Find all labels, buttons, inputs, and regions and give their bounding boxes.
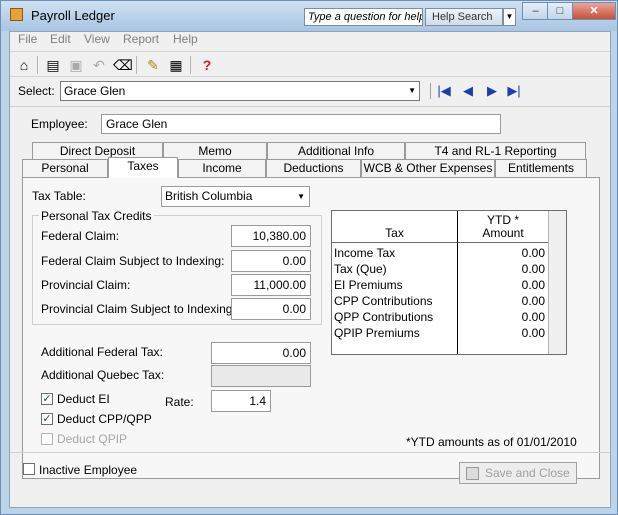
provincial-claim-label: Provincial Claim: xyxy=(41,278,131,292)
next-record-icon[interactable]: ▶ xyxy=(484,83,500,99)
table-row-name: EI Premiums xyxy=(334,278,403,292)
deduct-cpp-qpp-checkbox[interactable]: ✓ xyxy=(41,413,53,425)
table-row-name: Tax (Que) xyxy=(334,262,387,276)
provincial-indexing-field[interactable]: 0.00 xyxy=(231,298,311,320)
ytd-footnote: *YTD amounts as of 01/01/2010 xyxy=(406,435,577,449)
federal-claim-field[interactable]: 10,380.00 xyxy=(231,225,311,247)
deduct-ei-checkbox[interactable]: ✓ xyxy=(41,393,53,405)
inactive-employee-label: Inactive Employee xyxy=(39,463,138,477)
table-row-amount: 0.00 xyxy=(521,294,545,308)
table-row-amount: 0.00 xyxy=(521,246,545,260)
home-icon[interactable]: ⌂ xyxy=(15,56,33,74)
table-scrollbar[interactable] xyxy=(548,211,566,354)
menu-report[interactable]: Report xyxy=(123,32,159,46)
table-row-name: QPIP Premiums xyxy=(334,326,420,340)
help-search-button[interactable]: Help Search xyxy=(425,8,503,26)
chevron-down-icon[interactable]: ▼ xyxy=(408,86,416,95)
floppy-disk-icon xyxy=(466,467,479,481)
tab-personal[interactable]: Personal xyxy=(22,159,108,178)
tab-entitlements[interactable]: Entitlements xyxy=(495,159,587,178)
table-row-amount: 0.00 xyxy=(521,326,545,340)
employee-name-field[interactable]: Grace Glen xyxy=(101,114,501,134)
divider xyxy=(10,452,610,453)
chevron-down-icon[interactable]: ▼ xyxy=(297,192,305,201)
menu-help[interactable]: Help xyxy=(173,32,198,46)
app-icon xyxy=(10,8,23,21)
divider xyxy=(10,106,610,107)
menu-bar: File Edit View Report Help xyxy=(10,32,610,48)
toolbar-separator xyxy=(136,56,137,74)
tax-table-dropdown[interactable]: British Columbia ▼ xyxy=(161,186,310,207)
select-employee-dropdown[interactable]: Grace Glen ▼ xyxy=(60,81,420,101)
additional-federal-label: Additional Federal Tax: xyxy=(41,345,163,359)
select-label: Select: xyxy=(18,84,55,98)
table-row-amount: 0.00 xyxy=(521,310,545,324)
previous-record-icon[interactable]: ◀ xyxy=(460,83,476,99)
deduct-qpip-label: Deduct QPIP xyxy=(57,432,128,446)
table-row-amount: 0.00 xyxy=(521,278,545,292)
open-record-icon[interactable]: ▤ xyxy=(44,56,62,74)
federal-indexing-field[interactable]: 0.00 xyxy=(231,250,311,272)
toolbar: ⌂ ▤ ▣ ↶ ⌫ ✎ ▦ ? xyxy=(10,51,610,77)
additional-quebec-label: Additional Quebec Tax: xyxy=(41,368,165,382)
provincial-indexing-label: Provincial Claim Subject to Indexing: xyxy=(41,302,236,316)
tax-table-value: British Columbia xyxy=(165,189,253,203)
table-row-name: CPP Contributions xyxy=(334,294,433,308)
personal-tax-credits-title: Personal Tax Credits xyxy=(39,209,154,223)
rate-field[interactable]: 1.4 xyxy=(211,390,271,412)
pencil-icon[interactable]: ✎ xyxy=(144,56,162,74)
ytd-tax-table: Tax YTD * Amount Income Tax 0.00 Tax (Qu… xyxy=(331,210,567,355)
minimize-button[interactable]: – xyxy=(522,2,549,20)
deduct-qpip-checkbox[interactable] xyxy=(41,433,53,445)
last-record-icon[interactable]: ▶| xyxy=(506,83,522,99)
nav-separator xyxy=(430,83,431,99)
close-button[interactable]: ✕ xyxy=(572,2,616,20)
first-record-icon[interactable]: |◀ xyxy=(436,83,452,99)
tab-wcb-other-expenses[interactable]: WCB & Other Expenses xyxy=(361,159,495,178)
menu-view[interactable]: View xyxy=(84,32,110,46)
table-row-amount: 0.00 xyxy=(521,262,545,276)
window-title: Payroll Ledger xyxy=(31,8,115,23)
undo-icon[interactable]: ↶ xyxy=(90,56,108,74)
additional-federal-field[interactable]: 0.00 xyxy=(211,342,311,364)
table-header-line xyxy=(332,242,548,243)
provincial-claim-field[interactable]: 11,000.00 xyxy=(231,274,311,296)
column-header-tax: Tax xyxy=(385,226,404,240)
deduct-cpp-qpp-label: Deduct CPP/QPP xyxy=(57,412,152,426)
column-header-amount: Amount xyxy=(482,226,524,240)
maximize-button[interactable]: □ xyxy=(547,2,573,20)
table-row-name: QPP Contributions xyxy=(334,310,434,324)
ask-question-input[interactable]: Type a question for help xyxy=(304,8,423,26)
select-employee-value: Grace Glen xyxy=(64,84,126,98)
payroll-ledger-window: Payroll Ledger Type a question for help … xyxy=(0,0,618,515)
toolbar-separator xyxy=(190,56,191,74)
inactive-employee-checkbox[interactable] xyxy=(23,463,35,475)
window-content: File Edit View Report Help ⌂ ▤ ▣ ↶ ⌫ ✎ ▦… xyxy=(9,31,611,508)
menu-file[interactable]: File xyxy=(18,32,37,46)
title-bar: Payroll Ledger Type a question for help … xyxy=(1,1,617,31)
save-and-close-label: Save and Close xyxy=(485,466,570,480)
tab-income[interactable]: Income xyxy=(178,159,266,178)
rate-label: Rate: xyxy=(165,395,194,409)
federal-claim-label: Federal Claim: xyxy=(41,229,120,243)
calculator-icon[interactable]: ▦ xyxy=(167,56,185,74)
federal-indexing-label: Federal Claim Subject to Indexing: xyxy=(41,254,225,268)
save-icon[interactable]: ▣ xyxy=(67,56,85,74)
additional-quebec-field[interactable] xyxy=(211,365,311,387)
column-header-ytd: YTD * xyxy=(486,213,519,227)
tab-deductions[interactable]: Deductions xyxy=(266,159,361,178)
remove-icon[interactable]: ⌫ xyxy=(113,56,133,74)
help-search-dropdown-icon[interactable]: ▼ xyxy=(503,8,516,26)
table-row-name: Income Tax xyxy=(334,246,396,260)
tax-table-label: Tax Table: xyxy=(32,189,86,203)
help-icon[interactable]: ? xyxy=(198,56,216,74)
tab-taxes[interactable]: Taxes xyxy=(108,157,178,178)
deduct-ei-label: Deduct EI xyxy=(57,392,110,406)
employee-label: Employee: xyxy=(31,117,88,131)
menu-edit[interactable]: Edit xyxy=(50,32,71,46)
save-and-close-button[interactable]: Save and Close xyxy=(459,462,577,484)
toolbar-separator xyxy=(37,56,38,74)
